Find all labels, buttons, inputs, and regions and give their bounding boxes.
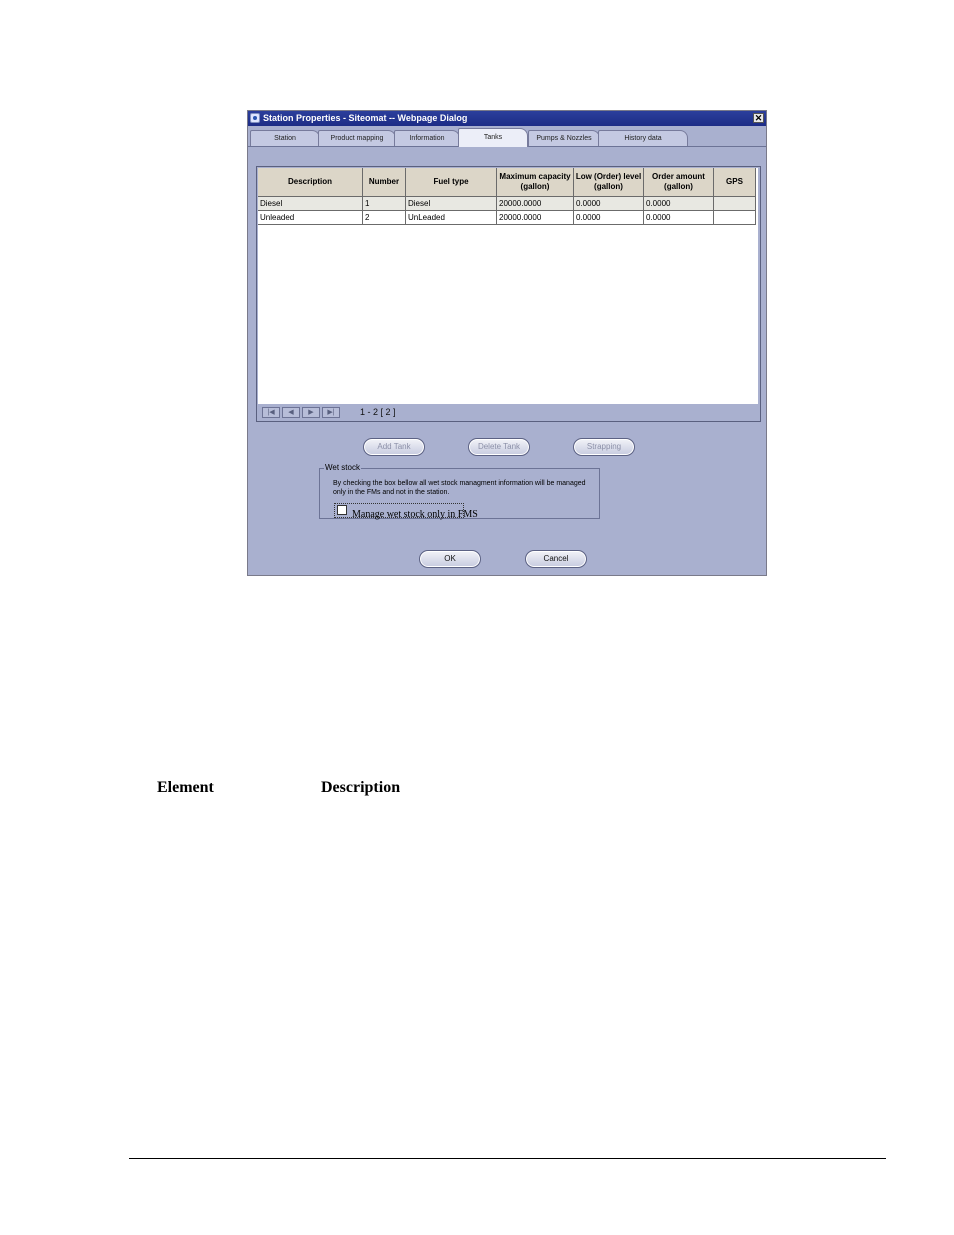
column-header-description[interactable]: Description (258, 168, 363, 197)
column-header-fuel-type[interactable]: Fuel type (406, 168, 497, 197)
prev-page-button[interactable]: ◀ (282, 407, 300, 418)
tab-pumps-nozzles[interactable]: Pumps & Nozzles (528, 130, 600, 146)
column-header-low-level[interactable]: Low (Order) level (gallon) (574, 168, 644, 197)
table-header-description: Description (321, 779, 401, 796)
cell-number[interactable]: 2 (363, 211, 406, 225)
dialog-title: Station Properties - Siteomat -- Webpage… (263, 113, 468, 123)
tab-bar: Station Product mapping Information Tank… (248, 126, 766, 147)
tanks-grid: Description Number Fuel type Maximum cap… (258, 168, 758, 404)
column-header-number[interactable]: Number (363, 168, 406, 197)
close-button[interactable]: ✕ (753, 113, 764, 123)
tab-information[interactable]: Information (394, 130, 460, 146)
station-properties-dialog: Station Properties - Siteomat -- Webpage… (247, 110, 767, 576)
wet-stock-legend: Wet stock (324, 463, 361, 472)
pager-range-text: 1 - 2 [ 2 ] (360, 407, 396, 417)
strapping-button[interactable]: Strapping (573, 438, 635, 456)
first-page-button[interactable]: |◀ (262, 407, 280, 418)
cell-fuel-type[interactable]: UnLeaded (406, 211, 497, 225)
cancel-button[interactable]: Cancel (525, 550, 587, 568)
cell-order-amount[interactable]: 0.0000 (644, 211, 714, 225)
last-page-icon: ▶| (327, 409, 335, 416)
cell-fuel-type[interactable]: Diesel (406, 197, 497, 211)
cell-number[interactable]: 1 (363, 197, 406, 211)
tab-history-data[interactable]: History data (598, 130, 688, 146)
next-page-button[interactable]: ▶ (302, 407, 320, 418)
cell-order-amount[interactable]: 0.0000 (644, 197, 714, 211)
delete-tank-button[interactable]: Delete Tank (468, 438, 530, 456)
manage-wet-stock-label[interactable]: Manage wet stock only in FMS (352, 509, 478, 520)
table-header-element: Element (157, 779, 214, 796)
wet-stock-description: By checking the box bellow all wet stock… (333, 480, 586, 496)
cell-max-capacity[interactable]: 20000.0000 (497, 211, 574, 225)
prev-page-icon: ◀ (288, 409, 294, 416)
column-header-order-amount[interactable]: Order amount (gallon) (644, 168, 714, 197)
cell-gps[interactable] (714, 197, 756, 211)
tab-station[interactable]: Station (250, 130, 320, 146)
ie-app-icon (250, 113, 260, 123)
footer-divider (129, 1158, 886, 1159)
tab-tanks[interactable]: Tanks (458, 128, 528, 147)
cell-max-capacity[interactable]: 20000.0000 (497, 197, 574, 211)
grid-pager: |◀ ◀ ▶ ▶| 1 - 2 [ 2 ] (257, 404, 760, 421)
first-page-icon: |◀ (267, 409, 275, 416)
manage-wet-stock-checkbox[interactable] (337, 505, 347, 515)
manage-wet-stock-option[interactable]: Manage wet stock only in FMS (334, 503, 478, 520)
cell-low-level[interactable]: 0.0000 (574, 211, 644, 225)
last-page-button[interactable]: ▶| (322, 407, 340, 418)
column-header-gps[interactable]: GPS (714, 168, 756, 197)
next-page-icon: ▶ (308, 409, 314, 416)
wet-stock-group: Wet stock By checking the box bellow all… (319, 463, 600, 520)
tab-product-mapping[interactable]: Product mapping (318, 130, 396, 146)
cell-description[interactable]: Unleaded (258, 211, 363, 225)
ok-button[interactable]: OK (419, 550, 481, 568)
cell-description[interactable]: Diesel (258, 197, 363, 211)
cell-low-level[interactable]: 0.0000 (574, 197, 644, 211)
add-tank-button[interactable]: Add Tank (363, 438, 425, 456)
title-bar: Station Properties - Siteomat -- Webpage… (248, 111, 766, 126)
cell-gps[interactable] (714, 211, 756, 225)
tanks-grid-panel: Description Number Fuel type Maximum cap… (256, 166, 761, 422)
column-header-max-capacity[interactable]: Maximum capacity (gallon) (497, 168, 574, 197)
